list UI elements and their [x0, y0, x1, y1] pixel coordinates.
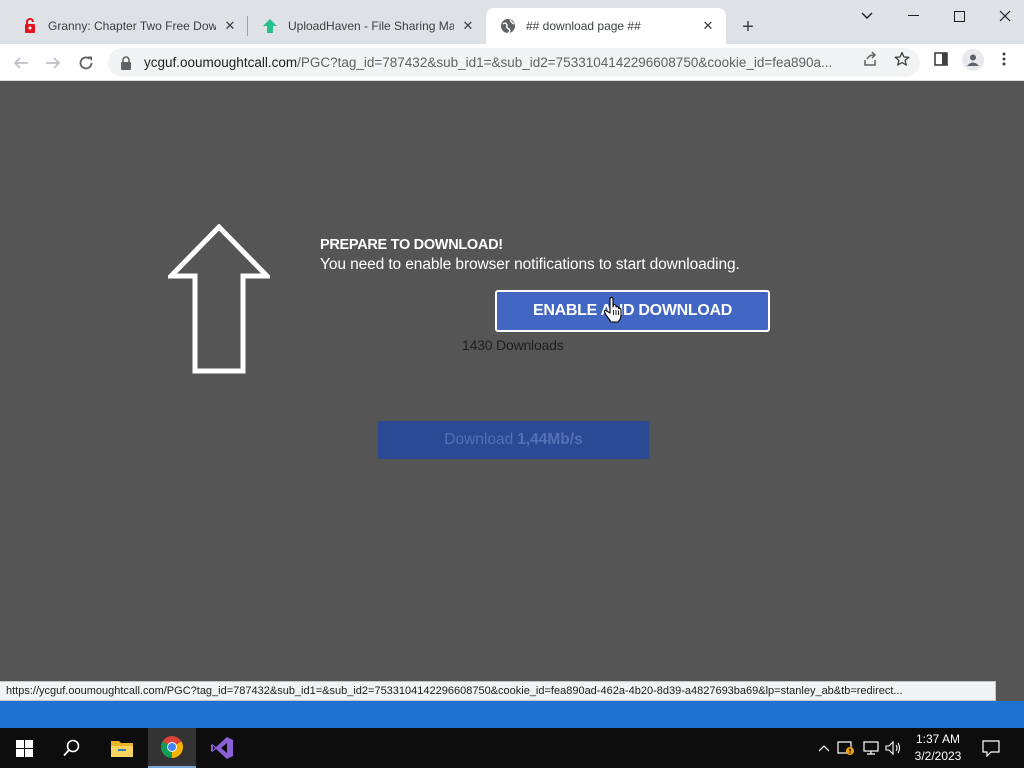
- minimize-button[interactable]: [890, 0, 936, 32]
- notification-icon: [982, 740, 1000, 757]
- search-icon: [63, 739, 80, 757]
- taskbar-clock[interactable]: 1:37 AM 3/2/2023: [908, 731, 968, 765]
- speaker-icon: [885, 740, 901, 756]
- page-content: PREPARE TO DOWNLOAD! You need to enable …: [0, 81, 1024, 701]
- side-panel-button[interactable]: [931, 50, 951, 68]
- profile-button[interactable]: [962, 49, 984, 71]
- menu-button[interactable]: [994, 50, 1014, 68]
- close-window-button[interactable]: [982, 0, 1024, 32]
- security-warning-icon: [837, 741, 854, 755]
- url-text[interactable]: ycguf.ooumoughtcall.com/PGC?tag_id=78743…: [144, 55, 852, 70]
- chevron-down-icon: [861, 12, 873, 19]
- taskbar: 1:37 AM 3/2/2023: [0, 728, 1024, 768]
- folder-icon: [111, 741, 133, 757]
- page-heading: PREPARE TO DOWNLOAD!: [320, 237, 503, 253]
- download-button-label: Download: [444, 431, 514, 448]
- windows-icon: [15, 739, 33, 757]
- lock-icon[interactable]: [120, 55, 134, 70]
- back-arrow-icon: [13, 57, 28, 69]
- share-icon: [864, 51, 877, 66]
- tab-uploadhaven[interactable]: UploadHaven - File Sharing Mad ✕: [248, 8, 486, 44]
- enable-and-download-button[interactable]: ENABLE AND DOWNLOAD: [495, 290, 770, 332]
- network-icon: [863, 741, 879, 755]
- url-path: /PGC?tag_id=787432&sub_id1=&sub_id2=7533…: [297, 55, 833, 70]
- clock-time: 1:37 AM: [915, 732, 961, 746]
- notifications-button[interactable]: [982, 738, 1000, 758]
- back-button[interactable]: [8, 50, 34, 76]
- close-icon: [999, 10, 1011, 22]
- security-tray-button[interactable]: [837, 738, 855, 758]
- forward-button[interactable]: [40, 50, 66, 76]
- globe-icon: [501, 19, 515, 34]
- tab-search-button[interactable]: [844, 0, 890, 32]
- download-speed: 1,44Mb/s: [517, 431, 583, 448]
- forward-arrow-icon: [46, 57, 61, 69]
- star-icon: [894, 51, 910, 66]
- chrome-icon: [161, 736, 183, 758]
- maximize-button[interactable]: [936, 0, 982, 32]
- hand-cursor-icon: [603, 297, 622, 323]
- bookmark-button[interactable]: [892, 50, 912, 68]
- tab-download-page[interactable]: ## download page ## ✕: [486, 8, 726, 44]
- tab-title: ## download page ##: [526, 19, 641, 33]
- side-panel-icon: [934, 52, 948, 66]
- new-tab-button[interactable]: +: [737, 16, 759, 38]
- show-hidden-icons-button[interactable]: [815, 738, 833, 758]
- up-arrow-icon: [168, 224, 270, 374]
- status-url-bubble: https://ycguf.ooumoughtcall.com/PGC?tag_…: [0, 681, 996, 701]
- search-button[interactable]: [48, 728, 96, 768]
- reload-button[interactable]: [73, 50, 99, 76]
- close-icon[interactable]: ✕: [700, 18, 716, 34]
- granny-favicon-icon: [25, 18, 35, 33]
- share-button[interactable]: [860, 50, 880, 68]
- url-domain: ycguf.ooumoughtcall.com: [144, 55, 298, 70]
- tab-strip: Granny: Chapter Two Free Downl ✕ UploadH…: [0, 0, 1024, 44]
- address-bar[interactable]: ycguf.ooumoughtcall.com/PGC?tag_id=78743…: [108, 48, 920, 77]
- close-icon[interactable]: ✕: [222, 18, 238, 34]
- desktop-strip: [0, 701, 1024, 728]
- uploadhaven-favicon-icon: [263, 19, 277, 33]
- file-explorer-button[interactable]: [98, 728, 146, 768]
- visual-studio-icon: [211, 737, 233, 759]
- network-tray-button[interactable]: [862, 738, 880, 758]
- download-button[interactable]: Download 1,44Mb/s: [378, 421, 649, 459]
- chevron-up-icon: [818, 745, 830, 752]
- visual-studio-button[interactable]: [198, 728, 246, 768]
- tab-granny[interactable]: Granny: Chapter Two Free Downl ✕: [8, 8, 248, 44]
- profile-icon: [967, 54, 979, 66]
- page-subtext: You need to enable browser notifications…: [320, 256, 740, 273]
- clock-date: 3/2/2023: [914, 749, 962, 763]
- tab-title: UploadHaven - File Sharing Mad: [288, 19, 454, 33]
- more-vert-icon: [1002, 52, 1006, 66]
- minimize-icon: [907, 15, 919, 16]
- reload-icon: [79, 56, 93, 70]
- volume-tray-button[interactable]: [885, 738, 903, 758]
- tab-title: Granny: Chapter Two Free Downl: [48, 19, 216, 33]
- browser-toolbar: ycguf.ooumoughtcall.com/PGC?tag_id=78743…: [0, 44, 1024, 81]
- downloads-count: 1430 Downloads: [462, 337, 564, 353]
- close-icon[interactable]: ✕: [460, 18, 476, 34]
- maximize-icon: [953, 10, 965, 22]
- start-button[interactable]: [0, 728, 48, 768]
- chrome-taskbar-button[interactable]: [148, 728, 196, 768]
